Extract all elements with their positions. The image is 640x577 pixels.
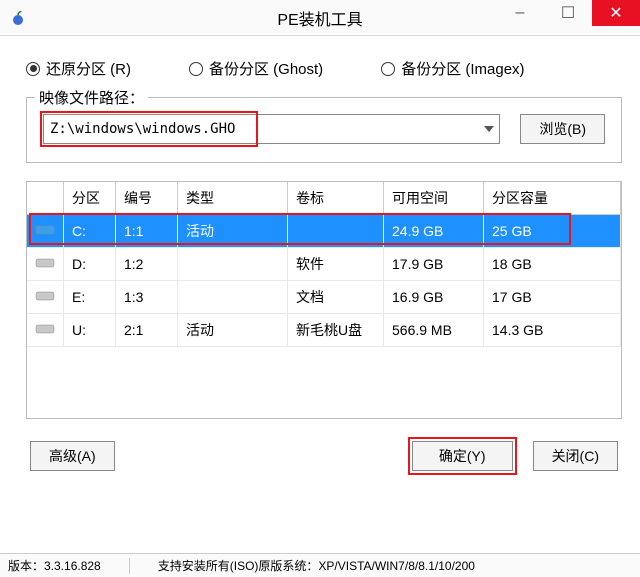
mode-radio-group: 还原分区 (R) 备份分区 (Ghost) 备份分区 (Imagex) bbox=[26, 58, 622, 79]
radio-label: 备份分区 (Ghost) bbox=[209, 58, 323, 79]
cell-capacity: 17 GB bbox=[484, 281, 621, 314]
radio-backup-imagex[interactable]: 备份分区 (Imagex) bbox=[381, 58, 524, 79]
col-partition: 分区 bbox=[64, 182, 116, 215]
support-text: 支持安装所有(ISO)原版系统：XP/VISTA/WIN7/8/8.1/10/2… bbox=[158, 557, 475, 574]
image-path-input[interactable] bbox=[43, 114, 500, 144]
image-path-group: 映像文件路径： 浏览(B) bbox=[26, 97, 622, 163]
cell-partition: D: bbox=[64, 248, 116, 281]
col-volume: 卷标 bbox=[288, 182, 384, 215]
close-button[interactable]: ✕ bbox=[592, 0, 640, 26]
ok-button[interactable]: 确定(Y) bbox=[412, 441, 513, 471]
table-row[interactable]: E:1:3 文档16.9 GB17 GB bbox=[27, 281, 621, 314]
cell-number: 2:1 bbox=[116, 314, 178, 347]
cell-capacity: 18 GB bbox=[484, 248, 621, 281]
cell-volume: 文档 bbox=[288, 281, 384, 314]
status-bar: 版本：3.3.16.828 支持安装所有(ISO)原版系统：XP/VISTA/W… bbox=[0, 553, 640, 577]
table-row[interactable]: D:1:2 软件17.9 GB18 GB bbox=[27, 248, 621, 281]
col-free: 可用空间 bbox=[384, 182, 484, 215]
cell-partition: U: bbox=[64, 314, 116, 347]
cell-type: 活动 bbox=[178, 215, 288, 248]
cell-free: 24.9 GB bbox=[384, 215, 484, 248]
maximize-button[interactable]: ☐ bbox=[544, 0, 592, 26]
titlebar: PE装机工具 – ☐ ✕ bbox=[0, 0, 640, 36]
app-icon bbox=[10, 10, 26, 26]
table-row[interactable]: C:1:1活动 24.9 GB25 GB bbox=[27, 215, 621, 248]
radio-label: 备份分区 (Imagex) bbox=[401, 58, 524, 79]
cell-number: 1:2 bbox=[116, 248, 178, 281]
browse-button[interactable]: 浏览(B) bbox=[520, 114, 605, 144]
window-controls: – ☐ ✕ bbox=[496, 0, 640, 26]
button-row: 高级(A) 确定(Y) 关闭(C) bbox=[26, 441, 622, 471]
col-number: 编号 bbox=[116, 182, 178, 215]
cell-partition: C: bbox=[64, 215, 116, 248]
cell-free: 16.9 GB bbox=[384, 281, 484, 314]
close-dialog-button[interactable]: 关闭(C) bbox=[533, 441, 618, 471]
radio-icon bbox=[189, 62, 203, 76]
cell-number: 1:3 bbox=[116, 281, 178, 314]
minimize-button[interactable]: – bbox=[496, 0, 544, 26]
radio-label: 还原分区 (R) bbox=[46, 58, 131, 79]
image-path-label: 映像文件路径： bbox=[35, 87, 148, 108]
col-capacity: 分区容量 bbox=[484, 182, 621, 215]
cell-volume: 新毛桃U盘 bbox=[288, 314, 384, 347]
radio-backup-ghost[interactable]: 备份分区 (Ghost) bbox=[189, 58, 323, 79]
radio-icon bbox=[381, 62, 395, 76]
disk-icon bbox=[35, 257, 55, 269]
table-header-row: 分区 编号 类型 卷标 可用空间 分区容量 bbox=[27, 182, 621, 215]
cell-partition: E: bbox=[64, 281, 116, 314]
cell-free: 566.9 MB bbox=[384, 314, 484, 347]
cell-free: 17.9 GB bbox=[384, 248, 484, 281]
radio-restore[interactable]: 还原分区 (R) bbox=[26, 58, 131, 79]
cell-type: 活动 bbox=[178, 314, 288, 347]
table-row[interactable]: U:2:1活动新毛桃U盘566.9 MB14.3 GB bbox=[27, 314, 621, 347]
advanced-button[interactable]: 高级(A) bbox=[30, 441, 115, 471]
version-text: 版本：3.3.16.828 bbox=[8, 557, 101, 574]
cell-capacity: 14.3 GB bbox=[484, 314, 621, 347]
cell-volume bbox=[288, 215, 384, 248]
image-path-combo-wrap bbox=[43, 114, 500, 144]
disk-icon bbox=[35, 290, 55, 302]
cell-volume: 软件 bbox=[288, 248, 384, 281]
cell-number: 1:1 bbox=[116, 215, 178, 248]
partition-table: 分区 编号 类型 卷标 可用空间 分区容量 C:1:1活动24.9 GB25 G… bbox=[26, 181, 622, 419]
radio-icon bbox=[26, 62, 40, 76]
col-type: 类型 bbox=[178, 182, 288, 215]
cell-type bbox=[178, 281, 288, 314]
disk-icon bbox=[35, 323, 55, 335]
cell-capacity: 25 GB bbox=[484, 215, 621, 248]
cell-type bbox=[178, 248, 288, 281]
disk-icon bbox=[35, 224, 55, 236]
